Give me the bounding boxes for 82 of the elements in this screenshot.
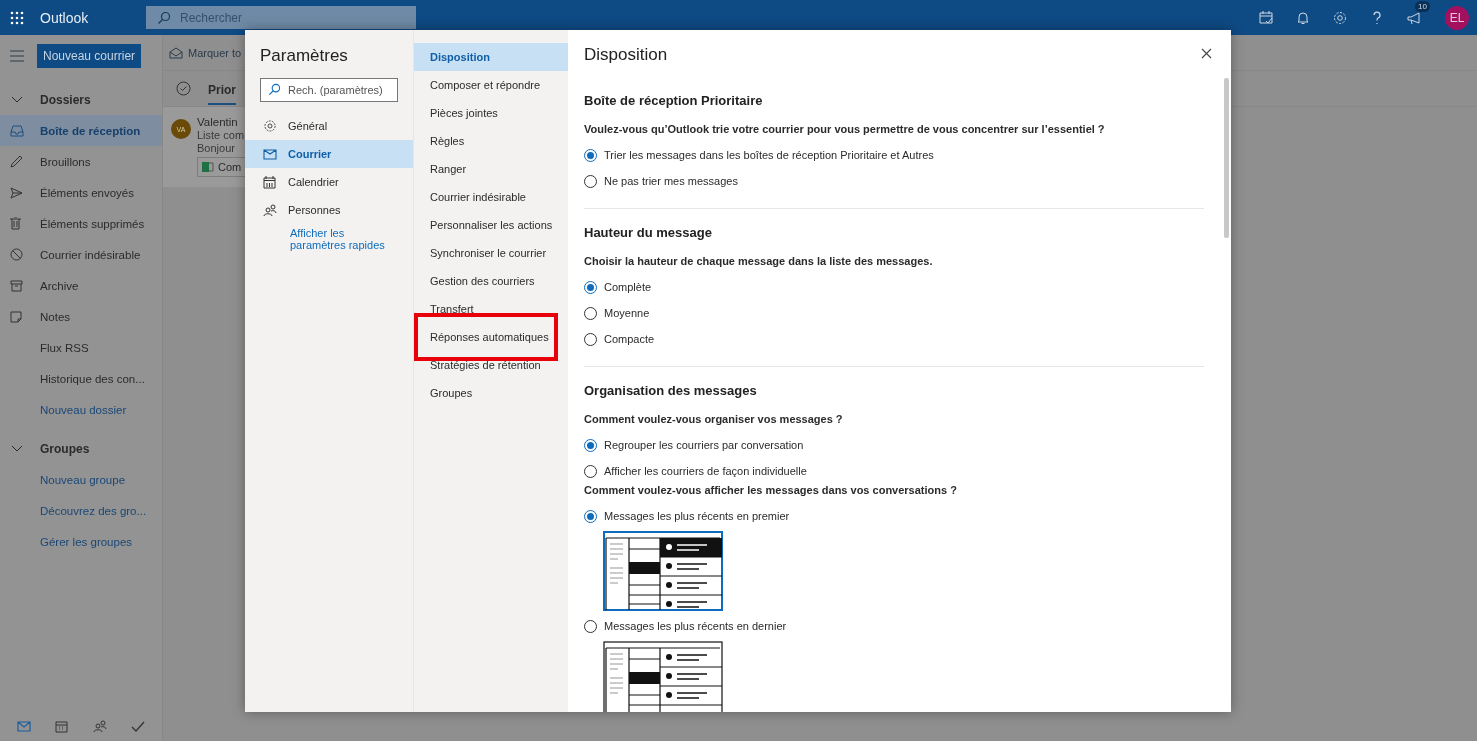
settings-subcategory[interactable]: Ranger — [414, 155, 568, 183]
radio-option[interactable]: Complète — [584, 274, 652, 300]
dialog-title: Paramètres — [260, 46, 349, 66]
chevron-icon[interactable] — [11, 95, 23, 104]
settings-subcategory[interactable]: Stratégies de rétention — [414, 351, 568, 379]
app-title[interactable]: Outlook — [40, 9, 146, 26]
settings-subcategory[interactable]: Groupes — [414, 379, 568, 407]
question-text: Comment voulez-vous organiser vos messages ? — [584, 413, 843, 425]
radio-option[interactable]: Messages les plus récents en premier — [584, 503, 790, 529]
settings-subcategory[interactable]: Synchroniser le courrier — [414, 239, 568, 267]
conversation-layout-drawing[interactable] — [603, 641, 723, 712]
section-heading[interactable]: Dossiers — [40, 92, 91, 107]
radio-option[interactable]: Trier les messages dans les boîtes de réception Prioritaire et Autres — [584, 142, 934, 168]
new-mail-button[interactable]: Nouveau courrier — [37, 44, 142, 68]
send-icon — [10, 186, 23, 199]
folder-item[interactable]: Notes — [0, 301, 162, 332]
gear-icon — [263, 119, 277, 133]
inbox-icon — [10, 124, 24, 137]
close-icon[interactable] — [1201, 48, 1212, 59]
search-field[interactable]: Rechercher — [146, 6, 416, 29]
notification-count: 10 — [1415, 0, 1430, 12]
folder-item[interactable]: Éléments supprimés — [0, 208, 162, 239]
focused-tab[interactable]: Prior — [208, 72, 236, 105]
page-title: Disposition — [584, 44, 668, 65]
radio-option[interactable]: Compacte — [584, 326, 655, 352]
pencil-icon — [10, 155, 23, 168]
settings-subcategory[interactable]: Pièces jointes — [414, 99, 568, 127]
message-preview: Bonjour — [197, 142, 235, 154]
calendar-check-icon[interactable] — [1258, 9, 1274, 26]
settings-subcategory[interactable]: Réponses automatiques — [414, 323, 568, 351]
settings-subcategory[interactable]: Gestion des courriers — [414, 267, 568, 295]
trash-icon — [10, 217, 21, 230]
radio-option[interactable]: Regrouper les courriers par conversation — [584, 432, 804, 458]
settings-category[interactable]: Personnes — [245, 196, 413, 224]
envelope-open-icon[interactable] — [169, 46, 183, 59]
radio-option[interactable]: Afficher les courriers de façon individuelle — [584, 458, 807, 484]
user-avatar[interactable]: EL — [1445, 5, 1469, 30]
settings-subcategory[interactable]: Courrier indésirable — [414, 183, 568, 211]
people-icon[interactable] — [92, 719, 107, 733]
radio-option[interactable]: Ne pas trier mes messages — [584, 168, 738, 194]
note-icon — [10, 310, 22, 323]
section-heading: Organisation des messages — [584, 383, 757, 398]
folder-item[interactable]: Flux RSS — [0, 332, 162, 363]
folder-item[interactable]: Archive — [0, 270, 162, 301]
question-text: Choisir la hauteur de chaque message dans la liste des messages. — [584, 255, 933, 267]
calendar-icon — [263, 175, 276, 189]
radio-option[interactable]: Messages les plus récents en dernier — [584, 613, 787, 639]
radio-option[interactable]: Moyenne — [584, 300, 650, 326]
settings-category[interactable]: Général — [245, 112, 413, 140]
checkmark-icon[interactable] — [130, 720, 145, 732]
calendar-icon[interactable] — [55, 719, 69, 733]
bell-icon[interactable] — [1295, 9, 1311, 26]
settings-subcategory[interactable]: Disposition — [414, 43, 568, 71]
chevron-icon[interactable] — [11, 444, 23, 453]
settings-category[interactable]: Courrier — [245, 140, 413, 168]
settings-subcategory[interactable]: Personnaliser les actions — [414, 211, 568, 239]
settings-subcategory[interactable]: Transfert — [414, 295, 568, 323]
spreadsheet-icon — [202, 161, 214, 173]
select-all-icon[interactable] — [176, 81, 191, 96]
archive-icon — [10, 279, 23, 292]
app-launcher-icon[interactable] — [10, 10, 24, 25]
folder-item[interactable]: Brouillons — [0, 146, 162, 177]
settings-icon[interactable] — [1332, 9, 1348, 26]
blocked-icon — [10, 248, 23, 261]
quick-settings-link[interactable]: Afficher les paramètres rapides — [290, 227, 393, 251]
settings-subcategory[interactable]: Composer et répondre — [414, 71, 568, 99]
question-text: Voulez-vous qu’Outlook trie votre courrier pour vous permettre de vous concentrer sur l’essentiel ? — [584, 123, 1105, 135]
message-subject: Liste com — [197, 129, 245, 141]
section-heading[interactable]: Groupes — [40, 441, 90, 456]
question-text: Comment voulez-vous afficher les messages dans vos conversations ? — [584, 484, 957, 496]
mark-all-read-action[interactable]: Marquer to — [188, 46, 242, 59]
folder-item[interactable]: Éléments envoyés — [0, 177, 162, 208]
settings-subcategory[interactable]: Règles — [414, 127, 568, 155]
settings-search-field[interactable]: Rech. (paramètres) — [260, 78, 398, 102]
mail-icon — [263, 148, 277, 160]
section-heading: Hauteur du message — [584, 225, 712, 240]
sender-name: Valentin — [197, 116, 238, 128]
section-heading: Boîte de réception Prioritaire — [584, 93, 763, 108]
people-icon — [263, 203, 277, 217]
folder-item[interactable]: Historique des con... — [0, 363, 162, 394]
folder-item[interactable]: Courrier indésirable — [0, 239, 162, 270]
conversation-layout-drawing[interactable] — [603, 531, 723, 611]
